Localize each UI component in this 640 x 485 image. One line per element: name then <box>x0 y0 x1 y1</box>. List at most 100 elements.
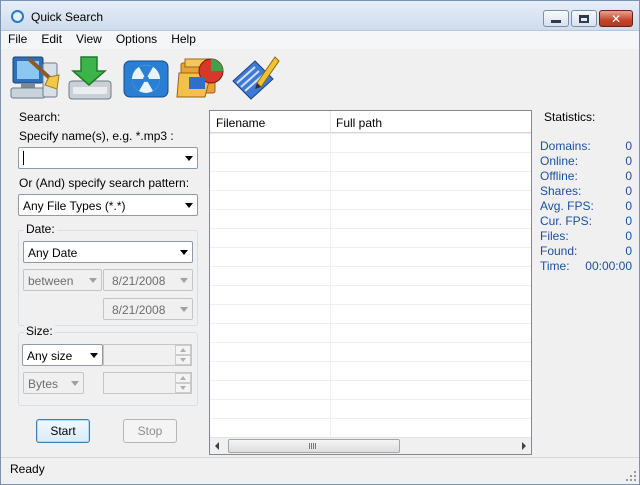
stat-cur-fps: Cur. FPS: 0 <box>540 214 632 229</box>
stat-value: 0 <box>625 229 632 243</box>
statistics-title: Statistics: <box>544 110 596 124</box>
stat-avg-fps: Avg. FPS: 0 <box>540 199 632 214</box>
column-full-path[interactable]: Full path <box>336 116 382 130</box>
folders-icon <box>176 58 224 98</box>
date-range-select[interactable]: between <box>23 269 102 291</box>
chevron-down-icon <box>90 353 98 358</box>
date-to-value: 8/21/2008 <box>112 303 166 317</box>
stat-label: Shares: <box>540 184 582 198</box>
stat-shares: Shares: 0 <box>540 184 632 199</box>
stat-label: Domains: <box>540 139 591 153</box>
stat-time: Time: 00:00:00 <box>540 259 632 274</box>
results-header: Filename Full path <box>210 111 531 133</box>
date-to-picker[interactable]: 8/21/2008 <box>103 298 193 320</box>
stat-value: 0 <box>625 139 632 153</box>
name-input[interactable] <box>18 147 198 169</box>
stat-value: 0 <box>625 154 632 168</box>
date-mode-select[interactable]: Any Date <box>23 241 193 263</box>
scroll-right-icon[interactable] <box>522 442 526 450</box>
stat-label: Found: <box>540 244 578 258</box>
chevron-down-icon[interactable] <box>185 156 193 161</box>
minimize-icon <box>551 20 561 23</box>
stat-value: 0 <box>625 184 632 198</box>
stat-offline: Offline: 0 <box>540 169 632 184</box>
date-mode-value: Any Date <box>28 246 78 260</box>
stat-found: Found: 0 <box>540 244 632 259</box>
scroll-left-icon[interactable] <box>215 442 219 450</box>
window-title: Quick Search <box>31 10 104 24</box>
date-from-picker[interactable]: 8/21/2008 <box>103 269 193 291</box>
menu-view[interactable]: View <box>69 31 109 49</box>
size-value-spinner[interactable] <box>175 345 191 365</box>
stat-value: 0 <box>625 214 632 228</box>
spin-down-icon[interactable] <box>175 383 191 393</box>
app-window: Quick Search ✕ File Edit View Options He… <box>0 0 640 485</box>
size-value2-spinner[interactable] <box>175 373 191 393</box>
size-unit-value: Bytes <box>28 377 59 391</box>
toolbar-button-scan[interactable] <box>121 53 173 103</box>
status-text: Ready <box>10 462 45 476</box>
stat-label: Avg. FPS: <box>540 199 594 213</box>
close-button[interactable]: ✕ <box>599 10 633 27</box>
pattern-select-value: Any File Types (*.*) <box>23 199 126 213</box>
date-range-value: between <box>28 274 74 288</box>
stat-value: 0 <box>625 169 632 183</box>
status-bar: Ready <box>1 457 639 484</box>
menu-bar: File Edit View Options Help <box>1 31 639 49</box>
stat-files: Files: 0 <box>540 229 632 244</box>
scrollbar-thumb[interactable] <box>228 439 400 453</box>
stat-value: 0 <box>625 244 632 258</box>
stat-label: Cur. FPS: <box>540 214 593 228</box>
download-icon <box>68 56 112 100</box>
column-gridline <box>330 133 331 438</box>
toolbar-button-notes[interactable] <box>229 53 281 103</box>
horizontal-scrollbar[interactable] <box>210 437 531 454</box>
toolbar-button-download[interactable] <box>65 53 117 103</box>
size-value-stepper[interactable] <box>103 344 192 366</box>
computer-broom-icon <box>10 56 60 99</box>
size-value2-stepper[interactable] <box>103 372 192 394</box>
size-mode-select[interactable]: Any size <box>22 344 103 366</box>
app-icon <box>11 10 24 23</box>
start-button[interactable]: Start <box>36 419 90 443</box>
size-mode-value: Any size <box>27 349 73 363</box>
stat-value: 00:00:00 <box>585 259 632 273</box>
chevron-down-icon <box>185 203 193 208</box>
chevron-down-icon <box>89 278 97 283</box>
column-divider[interactable] <box>330 111 331 133</box>
search-panel: Search: Specify name(s), e.g. *.mp3 : Or… <box>1 105 206 455</box>
column-filename[interactable]: Filename <box>216 116 265 130</box>
title-bar: Quick Search ✕ <box>1 1 639 31</box>
maximize-icon <box>579 14 589 23</box>
menu-edit[interactable]: Edit <box>34 31 69 49</box>
stat-online: Online: 0 <box>540 154 632 169</box>
toolbar-button-shares[interactable] <box>175 53 227 103</box>
spin-up-icon[interactable] <box>175 373 191 383</box>
spin-down-icon[interactable] <box>175 355 191 365</box>
stat-label: Files: <box>540 229 569 243</box>
menu-file[interactable]: File <box>1 31 34 49</box>
pattern-select[interactable]: Any File Types (*.*) <box>18 194 198 216</box>
stat-label: Online: <box>540 154 579 168</box>
date-from-value: 8/21/2008 <box>112 274 166 288</box>
close-icon: ✕ <box>610 11 622 26</box>
name-label: Specify name(s), e.g. *.mp3 : <box>19 129 174 143</box>
minimize-button[interactable] <box>543 10 569 27</box>
stat-label: Time: <box>540 259 570 273</box>
statistics-panel: Statistics: Domains: 0 Online: 0 Offline: 0… <box>535 105 639 455</box>
chevron-down-icon <box>71 381 79 386</box>
stop-button[interactable]: Stop <box>123 419 177 443</box>
resize-grip-icon[interactable] <box>625 470 637 482</box>
spin-up-icon[interactable] <box>175 345 191 355</box>
maximize-button[interactable] <box>571 10 597 27</box>
results-list[interactable]: Filename Full path <box>209 110 532 455</box>
grip-icon <box>309 443 317 449</box>
size-unit-select[interactable]: Bytes <box>23 372 84 394</box>
results-rows <box>210 133 531 438</box>
menu-options[interactable]: Options <box>109 31 164 49</box>
text-caret <box>23 151 24 165</box>
toolbar-button-clean[interactable] <box>9 53 61 103</box>
chevron-down-icon <box>180 278 188 283</box>
menu-help[interactable]: Help <box>164 31 203 49</box>
date-group-label: Date: <box>24 222 57 236</box>
